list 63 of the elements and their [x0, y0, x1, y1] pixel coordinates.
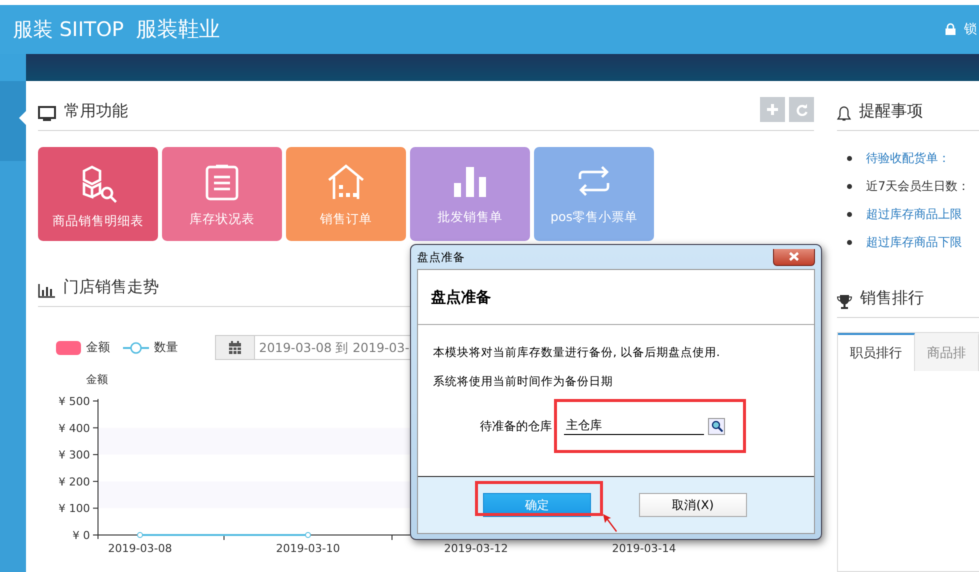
lock-icon: [945, 23, 956, 36]
brand-title: 服装 SIITOP: [13, 16, 124, 43]
dialog-heading: 盘点准备: [431, 288, 491, 306]
bell-icon: [837, 106, 851, 122]
reminder-text: 近7天会员生日数：: [866, 178, 970, 194]
legend-swatch[interactable]: [56, 340, 81, 354]
legend-label: 金额: [86, 339, 110, 356]
plus-icon: [767, 104, 778, 115]
section-title: 门店销售走势: [63, 277, 159, 298]
legend-label: 数量: [154, 339, 178, 356]
calendar-icon: [228, 340, 242, 354]
axis-title: 金额: [86, 372, 108, 387]
function-tile[interactable]: 商品销售明细表: [38, 147, 158, 241]
function-tile[interactable]: 销售订单: [286, 147, 406, 241]
field-label: 待准备的仓库: [480, 418, 552, 434]
ranking-tab[interactable]: 商品排: [915, 333, 979, 371]
data-point: [305, 532, 311, 538]
trophy-icon: [837, 295, 852, 309]
reminder-link[interactable]: 超过库存商品上限: [866, 206, 962, 222]
add-button[interactable]: [760, 97, 785, 122]
reminder-link[interactable]: 待验收配货单：: [866, 150, 950, 166]
axis-label: ¥ 300: [58, 448, 90, 462]
section-title: 提醒事项: [859, 101, 923, 122]
house-icon: [326, 163, 366, 201]
data-point: [137, 532, 143, 538]
dialog-message: 本模块将对当前库存数量进行备份, 以备后期盘点使用.: [433, 345, 721, 360]
reminder-link[interactable]: 超过库存商品下限: [866, 234, 962, 250]
section-title: 销售排行: [860, 288, 924, 309]
axis-label: 2019-03-14: [612, 542, 676, 553]
bullet: [847, 240, 852, 244]
company-name: 服装鞋业: [136, 16, 220, 44]
clipboard-icon: [204, 163, 240, 201]
dialog-title: 盘点准备: [417, 250, 465, 264]
bullet: [847, 156, 852, 160]
refresh-button[interactable]: [789, 97, 814, 122]
axis-label: ¥ 200: [58, 475, 90, 488]
axis-label: ¥ 500: [58, 395, 90, 408]
dialog-message: 系统将使用当前时间作为备份日期: [433, 374, 614, 389]
warehouse-field[interactable]: 主仓库: [564, 417, 704, 435]
axis-label: 2019-03-08: [108, 542, 172, 553]
close-icon: [789, 252, 799, 261]
function-tile[interactable]: 库存状况表: [162, 147, 282, 241]
refresh-icon: [796, 104, 808, 116]
bar-chart-icon: [38, 284, 55, 298]
axis-label: ¥ 400: [58, 422, 90, 435]
cancel-button[interactable]: 取消(X): [639, 493, 747, 517]
section-title: 常用功能: [64, 101, 128, 122]
function-tile[interactable]: pos零售小票单: [534, 147, 654, 241]
pointer-arrow: [602, 513, 618, 533]
axis-label: 2019-03-12: [444, 542, 508, 553]
function-tile[interactable]: 批发销售单: [410, 147, 530, 241]
bullet: [847, 184, 852, 188]
axis-label: 2019-03-10: [276, 542, 340, 553]
ranking-tab[interactable]: 职员排行: [838, 333, 915, 371]
monitor-icon: [38, 106, 56, 122]
close-button[interactable]: [773, 248, 815, 266]
lock-link[interactable]: 锁: [964, 20, 977, 38]
axis-label: ¥ 0: [72, 529, 90, 542]
lookup-button[interactable]: [708, 418, 725, 434]
bullet: [847, 212, 852, 216]
legend-line-marker[interactable]: [123, 340, 149, 354]
search-icon: [710, 420, 722, 432]
axis-label: ¥ 100: [58, 502, 90, 516]
